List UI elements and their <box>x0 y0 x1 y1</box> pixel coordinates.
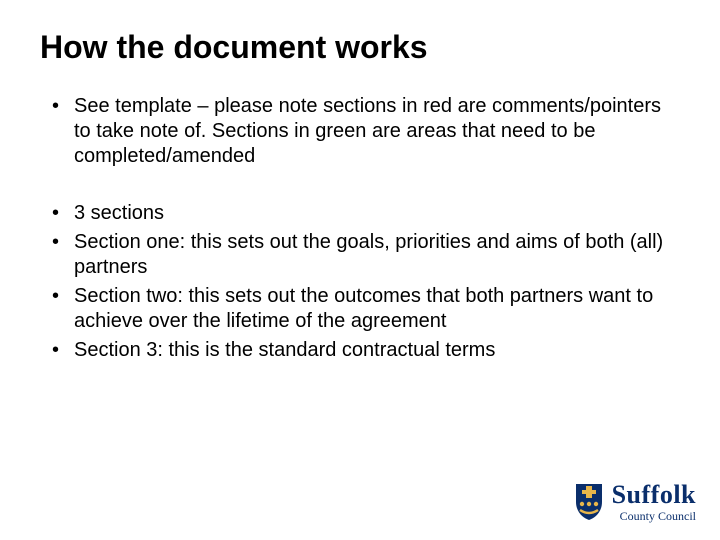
logo-text: Suffolk County Council <box>612 482 696 522</box>
crest-icon <box>572 482 606 522</box>
bullet-list-2: 3 sections Section one: this sets out th… <box>40 201 680 363</box>
logo-sub-text: County Council <box>620 510 696 522</box>
logo-main-text: Suffolk <box>612 482 696 508</box>
logo: Suffolk County Council <box>572 482 696 522</box>
bullet-list-1: See template – please note sections in r… <box>40 94 680 169</box>
list-item: Section two: this sets out the outcomes … <box>40 284 680 334</box>
list-item: 3 sections <box>40 201 680 226</box>
list-item: See template – please note sections in r… <box>40 94 680 169</box>
page-title: How the document works <box>40 28 680 66</box>
list-item: Section one: this sets out the goals, pr… <box>40 230 680 280</box>
slide: How the document works See template – pl… <box>0 0 720 540</box>
spacer <box>40 173 680 201</box>
list-item: Section 3: this is the standard contract… <box>40 338 680 363</box>
